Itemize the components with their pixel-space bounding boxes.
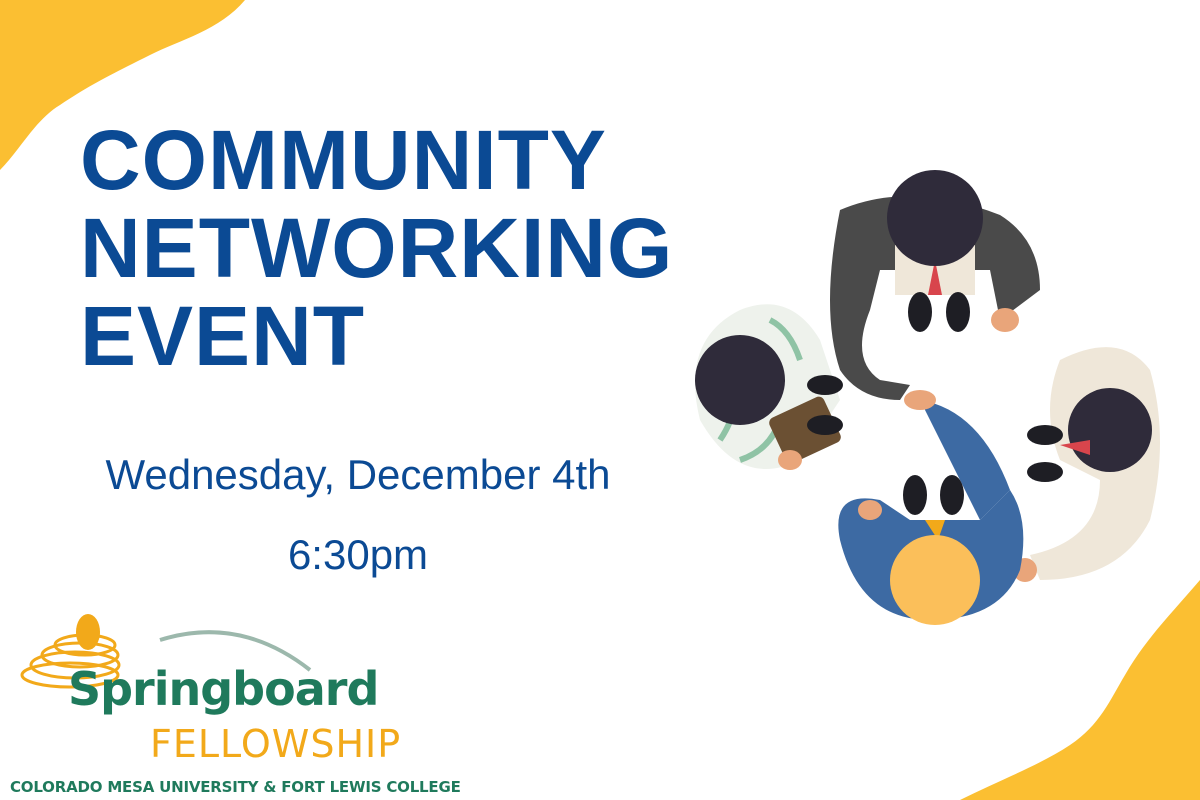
person-left-leaf-shirt bbox=[695, 304, 843, 470]
headline-line-3: EVENT bbox=[80, 289, 366, 383]
event-date: Wednesday, December 4th bbox=[105, 451, 611, 498]
event-headline: COMMUNITY NETWORKING EVENT bbox=[80, 116, 673, 380]
person-bottom-blue-suit bbox=[838, 390, 1024, 625]
business-handshake-illustration bbox=[695, 170, 1160, 625]
headline-line-2: NETWORKING bbox=[80, 201, 674, 295]
logo-wordmark-fellowship: FELLOWSHIP bbox=[150, 722, 402, 766]
logo-subtitle: COLORADO MESA UNIVERSITY & FORT LEWIS CO… bbox=[10, 778, 461, 796]
springboard-fellowship-logo: Springboard FELLOWSHIP COLORADO MESA UNI… bbox=[0, 610, 461, 800]
person-top-dark-suit bbox=[830, 170, 1040, 400]
headline-line-1: COMMUNITY bbox=[80, 113, 607, 207]
person-right-cream-jacket bbox=[1013, 347, 1160, 582]
event-time: 6:30pm bbox=[287, 531, 429, 578]
logo-wordmark-springboard: Springboard bbox=[68, 662, 379, 716]
